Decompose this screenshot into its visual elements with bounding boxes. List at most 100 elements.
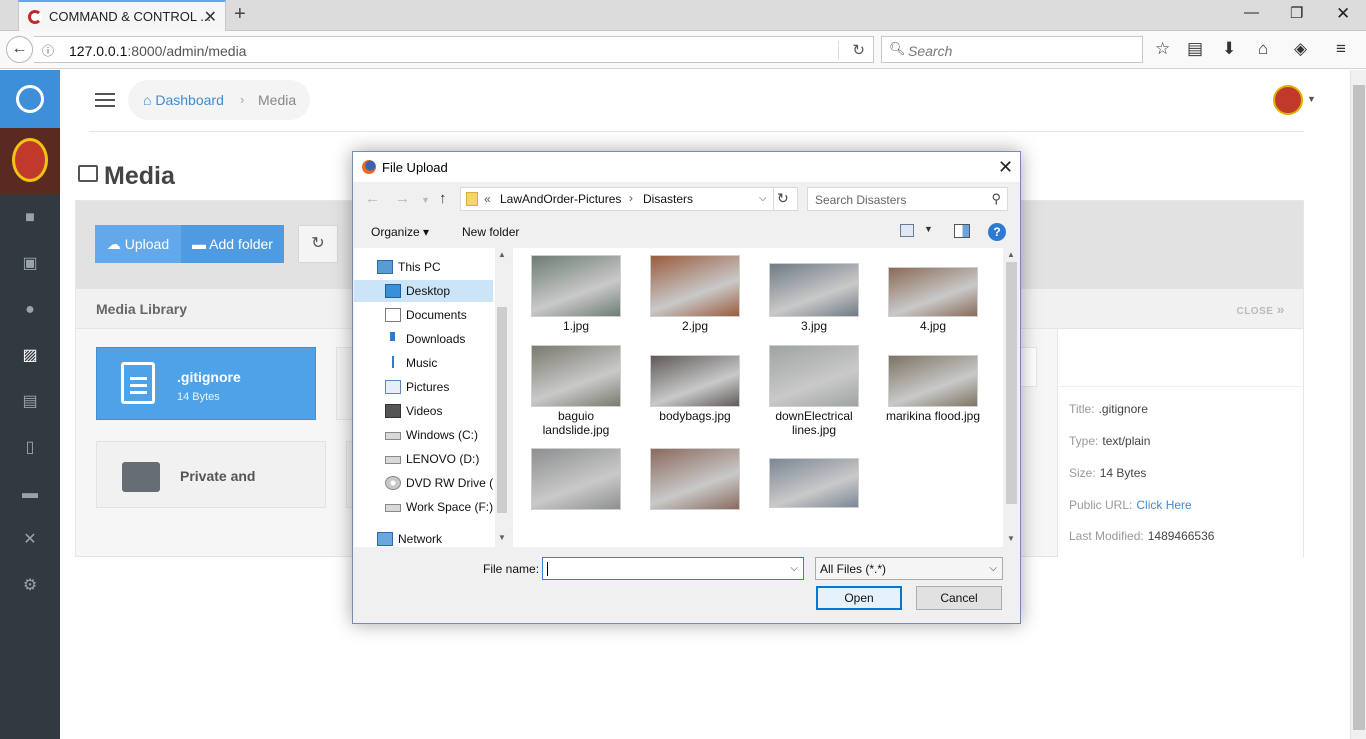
open-button[interactable]: Open xyxy=(816,586,902,610)
file-item[interactable]: marikina flood.jpg xyxy=(883,355,983,423)
file-item[interactable]: 4.jpg xyxy=(883,267,983,333)
scroll-up-icon[interactable]: ▲ xyxy=(498,250,506,259)
file-details-panel: Title: .gitignore Type: text/plain Size: 14… xyxy=(1057,329,1304,557)
tree-item-label: Network xyxy=(398,532,443,546)
tree-item-network[interactable]: Network xyxy=(377,528,493,550)
back-icon[interactable]: ← xyxy=(6,36,33,63)
up-arrow-icon[interactable]: ↑ xyxy=(439,190,447,207)
refresh-button[interactable]: ↻ xyxy=(298,225,338,263)
scrollbar-thumb[interactable] xyxy=(497,307,507,513)
dialog-address-bar[interactable]: « LawAndOrder-Pictures › Disasters ⌵ ↻ xyxy=(460,187,798,211)
media-file-card[interactable]: .gitignore 14 Bytes xyxy=(96,347,316,420)
scroll-down-icon[interactable]: ▼ xyxy=(1007,534,1015,543)
address-bar[interactable]: ⓘ 127.0.0.1:8000/admin/media ↻ xyxy=(34,36,874,63)
breadcrumb-dashboard[interactable]: ⌂ Dashboard xyxy=(143,92,224,108)
chevron-down-icon[interactable]: ▼ xyxy=(1307,94,1316,104)
user-avatar[interactable] xyxy=(1273,85,1303,115)
file-name-input[interactable]: ⌵ xyxy=(542,557,804,580)
scrollbar-thumb[interactable] xyxy=(1353,85,1365,730)
tree-item-work-space-f[interactable]: Work Space (F:) xyxy=(385,496,493,518)
organize-button[interactable]: Organize ▾ xyxy=(371,225,429,239)
chevron-down-icon[interactable]: ⌵ xyxy=(790,563,798,574)
add-folder-button[interactable]: ▬ Add folder xyxy=(181,225,284,263)
bookmark-star-icon[interactable]: ☆ xyxy=(1155,39,1170,59)
close-details-button[interactable]: CLOSE » xyxy=(1236,301,1285,317)
dialog-close-icon[interactable]: ✕ xyxy=(998,157,1013,178)
file-type-select[interactable]: All Files (*.*) ⌵ xyxy=(815,557,1003,580)
close-tab-icon[interactable]: ✕ xyxy=(204,7,217,27)
briefcase-icon[interactable]: ■ xyxy=(21,210,39,226)
database-icon[interactable]: ▬ xyxy=(21,486,39,502)
reading-list-icon[interactable]: ▤ xyxy=(1187,39,1203,59)
user-icon[interactable]: ● xyxy=(21,302,39,318)
tree-item-videos[interactable]: Videos xyxy=(385,400,493,422)
info-icon[interactable]: ⓘ xyxy=(42,42,54,59)
tree-item-desktop[interactable]: Desktop xyxy=(354,280,493,302)
tree-item-lenovo-d[interactable]: LENOVO (D:) xyxy=(385,448,493,470)
back-arrow-icon[interactable]: ← xyxy=(365,190,380,207)
media-icon[interactable]: ▨ xyxy=(21,348,39,364)
tree-item-documents[interactable]: Documents xyxy=(385,304,493,326)
file-item[interactable] xyxy=(764,458,864,510)
sidebar-avatar[interactable] xyxy=(0,128,60,194)
file-item[interactable] xyxy=(526,448,626,512)
home-icon[interactable]: ⌂ xyxy=(1258,39,1268,59)
browser-search-input[interactable]: 🔍︎ Search xyxy=(881,36,1143,63)
file-item[interactable]: 1.jpg xyxy=(526,255,626,333)
tree-item-pictures[interactable]: Pictures xyxy=(385,376,493,398)
file-item[interactable]: 3.jpg xyxy=(764,263,864,333)
file-item[interactable]: downElectrical lines.jpg xyxy=(764,345,864,437)
preview-pane-icon[interactable] xyxy=(954,224,970,238)
help-icon[interactable]: ? xyxy=(988,223,1006,241)
window-close-icon[interactable]: ✕ xyxy=(1336,4,1350,24)
view-icon[interactable] xyxy=(900,224,914,237)
forward-arrow-icon[interactable]: → xyxy=(395,190,410,207)
file-item[interactable] xyxy=(645,448,745,512)
tree-item-windows-c[interactable]: Windows (C:) xyxy=(385,424,493,446)
chevron-down-icon[interactable]: ⌵ xyxy=(759,193,767,204)
pocket-icon[interactable]: ◈ xyxy=(1294,39,1307,59)
refresh-icon[interactable]: ↻ xyxy=(777,190,789,207)
file-icon[interactable]: ▯ xyxy=(21,440,39,456)
minimize-icon[interactable]: — xyxy=(1244,4,1259,21)
upload-button[interactable]: ☁ Upload xyxy=(95,225,181,263)
app-logo[interactable] xyxy=(0,70,60,128)
file-name: 4.jpg xyxy=(919,319,947,333)
media-folder-card[interactable]: Private and xyxy=(96,441,326,508)
view-dropdown-icon[interactable]: ▼ xyxy=(924,224,933,234)
page-scrollbar[interactable] xyxy=(1350,70,1366,739)
newspaper-icon[interactable]: ▤ xyxy=(21,394,39,410)
browser-tab[interactable]: COMMAND & CONTROL ... ✕ xyxy=(18,0,226,31)
new-tab-icon[interactable]: + xyxy=(234,3,246,26)
hamburger-menu-icon[interactable] xyxy=(95,93,115,111)
file-item[interactable]: bodybags.jpg xyxy=(645,355,745,423)
path-separator[interactable]: › xyxy=(629,191,633,205)
path-segment-current[interactable]: Disasters xyxy=(643,192,693,206)
media-card-partial[interactable] xyxy=(1021,347,1037,387)
tree-scrollbar[interactable]: ▲ ▼ xyxy=(495,248,509,547)
path-overflow[interactable]: « xyxy=(484,192,491,206)
tree-item-downloads[interactable]: Downloads xyxy=(385,328,493,350)
lock-icon[interactable]: ▣ xyxy=(21,256,39,272)
public-url-link[interactable]: Click Here xyxy=(1136,498,1191,512)
scroll-down-icon[interactable]: ▼ xyxy=(498,533,506,542)
file-item[interactable]: baguio landslide.jpg xyxy=(526,345,626,437)
menu-icon[interactable]: ≡ xyxy=(1336,39,1346,59)
recent-dropdown-icon[interactable]: ▼ xyxy=(421,195,430,205)
restore-icon[interactable]: ❐ xyxy=(1290,4,1303,22)
scroll-up-icon[interactable]: ▲ xyxy=(1007,250,1015,259)
gear-icon[interactable]: ⚙ xyxy=(21,578,39,594)
file-list-scrollbar[interactable]: ▲ ▼ xyxy=(1004,248,1019,547)
tree-item-dvd-rw-drive-e[interactable]: DVD RW Drive (E xyxy=(385,472,493,494)
file-item[interactable]: 2.jpg xyxy=(645,255,745,333)
reload-icon[interactable]: ↻ xyxy=(852,41,865,59)
new-folder-button[interactable]: New folder xyxy=(462,225,519,239)
tree-item-music[interactable]: Music xyxy=(385,352,493,374)
tree-item-this-pc[interactable]: This PC xyxy=(377,256,493,278)
path-segment-parent[interactable]: LawAndOrder-Pictures xyxy=(500,192,621,206)
scrollbar-thumb[interactable] xyxy=(1006,262,1017,504)
tools-icon[interactable]: ✕ xyxy=(21,532,39,548)
cancel-button[interactable]: Cancel xyxy=(916,586,1002,610)
dialog-search-input[interactable]: Search Disasters ⚲ xyxy=(807,187,1008,211)
downloads-icon[interactable]: ⬇ xyxy=(1222,39,1236,59)
